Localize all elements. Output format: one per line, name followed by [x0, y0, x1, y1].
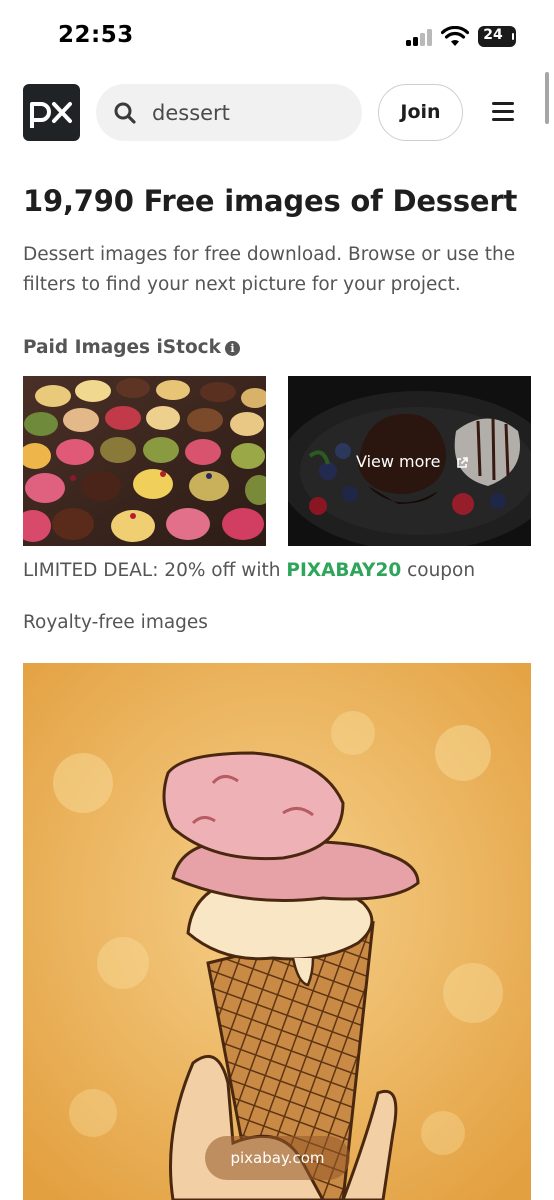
signal-icon: [406, 29, 434, 46]
status-time: 22:53: [58, 22, 134, 48]
paid-image-macarons[interactable]: [23, 376, 266, 546]
ice-cream-illustration: [23, 663, 531, 1200]
join-button[interactable]: Join: [378, 84, 463, 141]
watermark-badge: pixabay.com: [205, 1136, 350, 1180]
status-bar: 22:53 24: [0, 0, 554, 72]
deal-banner: LIMITED DEAL: 20% off with PIXABAY20 cou…: [23, 560, 475, 581]
page-title: 19,790 Free images of Dessert: [23, 184, 518, 218]
result-image-ice-cream[interactable]: [23, 663, 531, 1200]
paid-images-label: Paid Images iStock i: [23, 337, 240, 358]
view-more-label: View more: [356, 452, 441, 471]
search-icon[interactable]: [113, 101, 137, 125]
macarons-photo: [23, 376, 266, 546]
page-description: Dessert images for free download. Browse…: [23, 244, 516, 295]
royalty-free-label: Royalty-free images: [23, 612, 208, 633]
coupon-code[interactable]: PIXABAY20: [286, 560, 401, 581]
menu-icon[interactable]: [488, 98, 518, 126]
view-more-link[interactable]: View more: [356, 452, 468, 471]
battery-icon: 24: [478, 26, 516, 47]
search-input[interactable]: [152, 96, 342, 130]
paid-images-text: Paid Images iStock: [23, 337, 221, 358]
wifi-icon: [441, 26, 469, 46]
paid-image-lava-cake[interactable]: View more: [288, 376, 531, 546]
logo-glyph: [30, 102, 72, 128]
info-icon[interactable]: i: [224, 341, 240, 356]
pixabay-logo[interactable]: [23, 84, 80, 141]
deal-prefix: LIMITED DEAL: 20% off with: [23, 560, 287, 581]
external-link-icon: [456, 457, 468, 468]
scroll-indicator[interactable]: [545, 72, 549, 124]
battery-level: 24: [483, 27, 503, 43]
deal-suffix: coupon: [401, 560, 476, 581]
search-bar[interactable]: [96, 84, 362, 141]
